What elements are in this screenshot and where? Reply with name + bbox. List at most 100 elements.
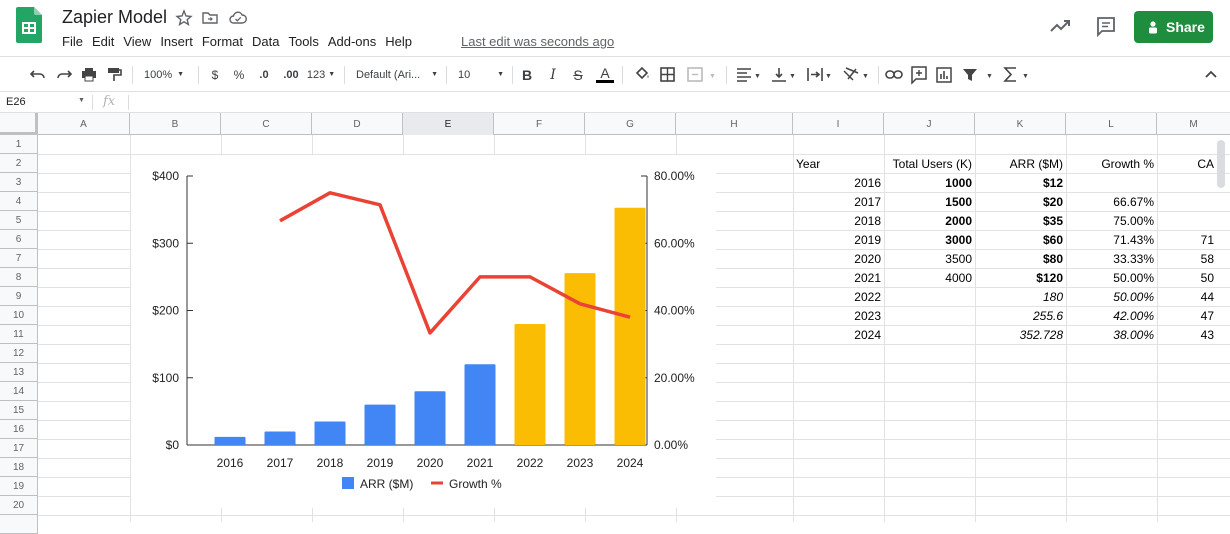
- table-cell[interactable]: 2018: [793, 211, 884, 230]
- table-cell[interactable]: 4000: [884, 268, 975, 287]
- table-cell[interactable]: 2023: [793, 306, 884, 325]
- menu-data[interactable]: Data: [248, 34, 283, 52]
- table-cell[interactable]: 44: [1157, 287, 1217, 306]
- menu-file[interactable]: File: [62, 34, 87, 52]
- table-cell[interactable]: [884, 306, 975, 325]
- row-header-20[interactable]: 20: [0, 496, 38, 515]
- column-header-e[interactable]: E: [403, 113, 494, 135]
- table-cell[interactable]: 47: [1157, 306, 1217, 325]
- table-cell[interactable]: 42.00%: [1066, 306, 1157, 325]
- row-header-13[interactable]: 13: [0, 363, 38, 382]
- row-header-10[interactable]: 10: [0, 306, 38, 325]
- merge-cells-icon[interactable]: ▼: [686, 57, 716, 92]
- column-header-l[interactable]: L: [1066, 113, 1157, 135]
- table-header-arr[interactable]: ARR ($M): [975, 154, 1066, 173]
- explore-trend-icon[interactable]: [1048, 14, 1072, 38]
- table-cell[interactable]: 2016: [793, 173, 884, 192]
- formula-input[interactable]: [136, 96, 1136, 110]
- share-button[interactable]: Share: [1134, 11, 1213, 43]
- row-header-5[interactable]: 5: [0, 211, 38, 230]
- table-cell[interactable]: 2017: [793, 192, 884, 211]
- last-edit-link[interactable]: Last edit was seconds ago: [461, 34, 614, 49]
- redo-icon[interactable]: [54, 57, 74, 92]
- table-cell[interactable]: $80: [975, 249, 1066, 268]
- table-cell[interactable]: 2024: [793, 325, 884, 344]
- decrease-decimal-button[interactable]: .0: [256, 57, 272, 92]
- table-cell[interactable]: [1157, 192, 1217, 211]
- text-color-button[interactable]: A: [596, 57, 614, 92]
- row-header-18[interactable]: 18: [0, 458, 38, 477]
- table-cell[interactable]: [884, 287, 975, 306]
- table-cell[interactable]: $12: [975, 173, 1066, 192]
- table-cell[interactable]: 43: [1157, 325, 1217, 344]
- row-header-14[interactable]: 14: [0, 382, 38, 401]
- table-cell[interactable]: 2022: [793, 287, 884, 306]
- column-header-d[interactable]: D: [312, 113, 403, 135]
- text-rotation-icon[interactable]: ▼: [841, 57, 871, 92]
- table-cell[interactable]: 71.43%: [1066, 230, 1157, 249]
- strikethrough-button[interactable]: S: [571, 57, 585, 92]
- table-cell[interactable]: 180: [975, 287, 1066, 306]
- currency-format-button[interactable]: $: [208, 57, 222, 92]
- column-header-f[interactable]: F: [494, 113, 585, 135]
- menu-insert[interactable]: Insert: [156, 34, 197, 52]
- table-cell[interactable]: [1157, 173, 1217, 192]
- table-cell[interactable]: 255.6: [975, 306, 1066, 325]
- table-header-ca[interactable]: CA: [1157, 154, 1217, 173]
- insert-comment-icon[interactable]: [909, 57, 929, 92]
- menu-edit[interactable]: Edit: [88, 34, 118, 52]
- table-header-year[interactable]: Year: [793, 154, 884, 173]
- table-cell[interactable]: 50.00%: [1066, 268, 1157, 287]
- row-header-21[interactable]: [0, 515, 38, 534]
- paint-format-icon[interactable]: [104, 57, 124, 92]
- table-cell[interactable]: 2000: [884, 211, 975, 230]
- vertical-align-icon[interactable]: ▼: [770, 57, 798, 92]
- row-header-11[interactable]: 11: [0, 325, 38, 344]
- filter-icon[interactable]: ▼: [961, 57, 995, 92]
- table-cell[interactable]: 2019: [793, 230, 884, 249]
- table-cell[interactable]: 3500: [884, 249, 975, 268]
- table-cell[interactable]: $60: [975, 230, 1066, 249]
- combo-chart[interactable]: $0 $100 $200 $300 $400 0.00% 20.00% 40.00% 60.00…: [131, 155, 716, 508]
- table-cell[interactable]: $35: [975, 211, 1066, 230]
- print-icon[interactable]: [79, 57, 99, 92]
- menu-help[interactable]: Help: [381, 34, 416, 52]
- more-formats-select[interactable]: 123 ▼: [305, 57, 337, 92]
- font-family-select[interactable]: Default (Ari... ▼: [356, 57, 438, 92]
- menu-add-ons[interactable]: Add-ons: [324, 34, 380, 52]
- table-header-growth[interactable]: Growth %: [1066, 154, 1157, 173]
- table-cell[interactable]: 352.728: [975, 325, 1066, 344]
- column-header-c[interactable]: C: [221, 113, 312, 135]
- zoom-select[interactable]: 100% ▼: [144, 57, 184, 92]
- row-header-17[interactable]: 17: [0, 439, 38, 458]
- row-header-16[interactable]: 16: [0, 420, 38, 439]
- table-cell[interactable]: [1157, 211, 1217, 230]
- table-cell[interactable]: 2021: [793, 268, 884, 287]
- column-header-g[interactable]: G: [585, 113, 676, 135]
- name-box[interactable]: E26: [6, 96, 26, 108]
- row-header-12[interactable]: 12: [0, 344, 38, 363]
- table-cell[interactable]: [884, 325, 975, 344]
- borders-icon[interactable]: [659, 57, 677, 92]
- horizontal-align-icon[interactable]: ▼: [735, 57, 763, 92]
- table-cell[interactable]: 3000: [884, 230, 975, 249]
- text-wrapping-icon[interactable]: ▼: [806, 57, 834, 92]
- insert-chart-icon[interactable]: [934, 57, 954, 92]
- font-size-select[interactable]: 10 ▼: [458, 57, 504, 92]
- star-icon[interactable]: [174, 8, 194, 28]
- column-header-m[interactable]: M: [1157, 113, 1230, 135]
- column-header-i[interactable]: I: [793, 113, 884, 135]
- bold-button[interactable]: B: [520, 57, 534, 92]
- table-cell[interactable]: 33.33%: [1066, 249, 1157, 268]
- fill-color-icon[interactable]: [632, 57, 652, 92]
- row-header-6[interactable]: 6: [0, 230, 38, 249]
- insert-link-icon[interactable]: [884, 57, 904, 92]
- vertical-scrollbar-thumb[interactable]: [1217, 140, 1225, 188]
- undo-icon[interactable]: [28, 57, 48, 92]
- row-header-4[interactable]: 4: [0, 192, 38, 211]
- row-header-2[interactable]: 2: [0, 154, 38, 173]
- menu-tools[interactable]: Tools: [284, 34, 322, 52]
- column-header-h[interactable]: H: [676, 113, 793, 135]
- table-cell[interactable]: $120: [975, 268, 1066, 287]
- table-cell[interactable]: 50: [1157, 268, 1217, 287]
